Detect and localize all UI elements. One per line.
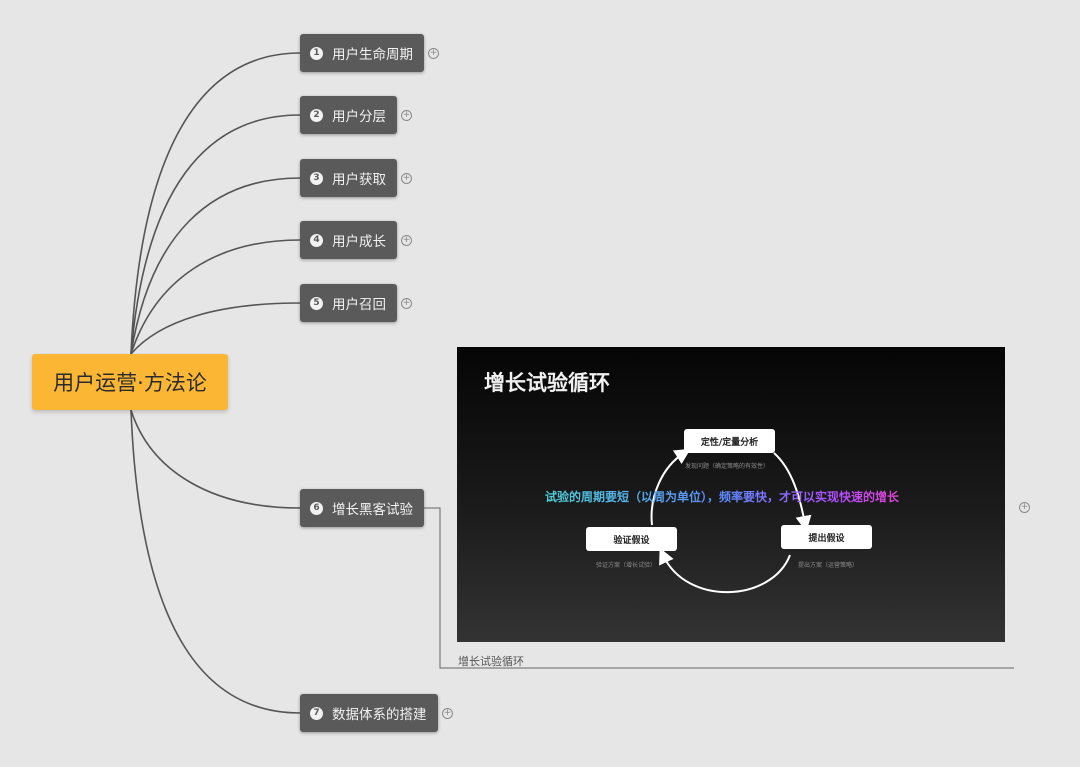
branch-user-acquisition[interactable]: 3 用户获取: [300, 159, 397, 197]
step-analysis: 定性/定量分析: [684, 429, 775, 453]
branch-label: 增长黑客试验: [332, 502, 413, 518]
mind-map-canvas: 用户运营·方法论 1 用户生命周期 + 2 用户分层 + 3 用户获取 + 4 …: [0, 0, 1080, 767]
edge-2: [130, 114, 301, 355]
number-badge: 4: [310, 233, 323, 247]
step-caption: 验证方案（增长试验）: [596, 562, 657, 569]
cycle-arrow-bottom: [659, 547, 791, 594]
branch-label: 数据体系的搭建: [332, 707, 427, 723]
step-label: 提出假设: [808, 533, 845, 544]
step-caption: 提出方案（运营策略）: [798, 562, 859, 569]
step-label: 定性/定量分析: [700, 437, 759, 448]
number-badge: 6: [310, 501, 323, 515]
branch-label: 用户召回: [332, 297, 386, 313]
branch-user-segmentation[interactable]: 2 用户分层: [300, 96, 397, 134]
branch-user-growth[interactable]: 4 用户成长: [300, 221, 397, 259]
edge-3: [130, 177, 301, 355]
edge-6: [130, 409, 301, 509]
circle-plus-icon[interactable]: +: [442, 708, 453, 719]
circle-plus-icon[interactable]: +: [401, 173, 412, 184]
tagline-text: 试验的周期要短（以周为单位），频率要快，才可以实现快速的增长: [545, 488, 935, 505]
root-topic[interactable]: 用户运营·方法论: [32, 354, 228, 410]
branch-data-system[interactable]: 7 数据体系的搭建: [300, 694, 438, 732]
edge-4: [130, 239, 301, 355]
branch-label: 用户生命周期: [332, 47, 413, 63]
step-label: 验证假设: [613, 535, 650, 546]
branch-growth-hacking[interactable]: 6 增长黑客试验: [300, 489, 424, 527]
branch-label: 用户分层: [332, 109, 386, 125]
branch-user-lifecycle[interactable]: 1 用户生命周期: [300, 34, 424, 72]
image-caption: 增长试验循环: [458, 655, 524, 668]
circle-plus-icon[interactable]: +: [1019, 502, 1030, 513]
number-badge: 2: [310, 108, 323, 122]
edge-5: [130, 302, 301, 355]
number-badge: 5: [310, 296, 323, 310]
step-verify-hypothesis: 验证假设: [586, 527, 677, 551]
number-badge: 7: [310, 706, 323, 720]
step-propose-hypothesis: 提出假设: [781, 525, 872, 549]
step-caption: 发现问题（确定策略的有效性）: [685, 463, 770, 470]
growth-cycle-image[interactable]: 增长试验循环 定性/定量分析 发现问题（确定策略的有效性） 提出假设 提出方案（…: [457, 347, 1005, 642]
edge-1: [130, 52, 301, 355]
number-badge: 3: [310, 171, 323, 185]
circle-plus-icon[interactable]: +: [401, 110, 412, 121]
branch-label: 用户获取: [332, 172, 386, 188]
root-topic-label: 用户运营·方法论: [53, 371, 207, 395]
branch-user-recall[interactable]: 5 用户召回: [300, 284, 397, 322]
circle-plus-icon[interactable]: +: [401, 298, 412, 309]
circle-plus-icon[interactable]: +: [428, 48, 439, 59]
branch-label: 用户成长: [332, 234, 386, 250]
number-badge: 1: [310, 46, 323, 60]
circle-plus-icon[interactable]: +: [401, 235, 412, 246]
